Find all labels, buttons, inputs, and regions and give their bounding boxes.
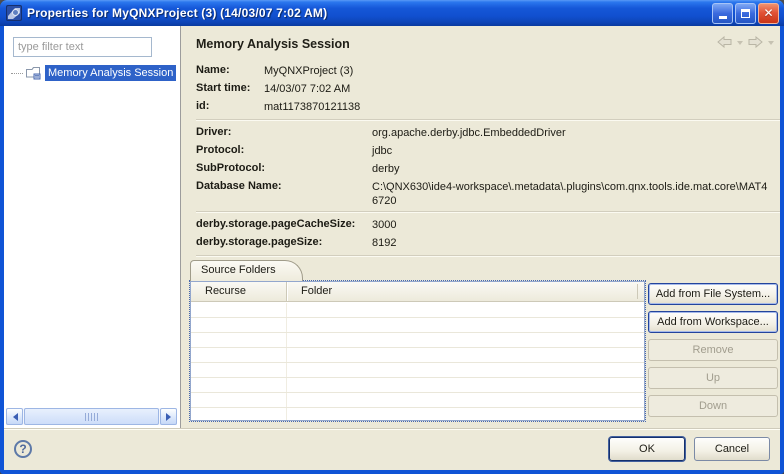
table-empty-row: [191, 303, 644, 318]
minimize-icon[interactable]: [712, 3, 733, 24]
source-folders-table[interactable]: Recurse Folder: [190, 281, 645, 421]
property-label: Name:: [196, 62, 264, 76]
property-row-driver: Driver: org.apache.derby.jdbc.EmbeddedDr…: [196, 124, 780, 142]
property-value: 3000: [372, 216, 780, 232]
property-row-page-size: derby.storage.pageSize: 8192: [196, 234, 780, 252]
nav-arrows: [715, 34, 774, 50]
sidebar: Memory Analysis Session: [4, 26, 181, 428]
content-header: Memory Analysis Session: [182, 26, 780, 56]
table-empty-row: [191, 348, 644, 363]
left-triangle: [9, 413, 18, 421]
right-triangle: [166, 413, 175, 421]
back-dropdown-caret-icon[interactable]: [737, 41, 743, 48]
page-title: Memory Analysis Session: [196, 37, 350, 51]
minimize-glyph: [719, 16, 727, 19]
column-header-recurse[interactable]: Recurse: [191, 282, 287, 301]
property-label: Protocol:: [196, 142, 372, 156]
property-value: MyQNXProject (3): [264, 62, 780, 78]
property-value: 8192: [372, 234, 780, 250]
tab-label: Source Folders: [201, 264, 276, 276]
property-label: Start time:: [196, 80, 264, 94]
table-actions: Add from File System... Add from Workspa…: [648, 283, 778, 417]
header-end-divider: [637, 284, 638, 299]
scroll-left-arrow-icon[interactable]: [6, 408, 23, 425]
add-from-workspace-button[interactable]: Add from Workspace...: [648, 311, 778, 333]
footer-buttons: OK Cancel: [609, 437, 770, 461]
property-value: mat1173870121138: [264, 98, 780, 114]
close-icon[interactable]: ✕: [758, 3, 779, 24]
property-value: C:\QNX630\ide4-workspace\.metadata\.plug…: [372, 178, 780, 208]
source-folders-section: Source Folders Recurse Folder: [190, 260, 780, 428]
add-from-file-system-button[interactable]: Add from File System...: [648, 283, 778, 305]
tab-source-folders[interactable]: Source Folders: [190, 260, 303, 281]
property-row-subprotocol: SubProtocol: derby: [196, 160, 780, 178]
up-button[interactable]: Up: [648, 367, 778, 389]
titlebar[interactable]: Properties for MyQNXProject (3) (14/03/0…: [0, 0, 784, 26]
table-empty-row: [191, 363, 644, 378]
scrollbar-grip: [85, 413, 99, 421]
analysis-session-folder-icon: [25, 65, 42, 81]
table-empty-row: [191, 333, 644, 348]
property-value: jdbc: [372, 142, 780, 158]
property-label: derby.storage.pageCacheSize:: [196, 216, 372, 230]
column-header-folder[interactable]: Folder: [287, 282, 644, 301]
property-value: org.apache.derby.jdbc.EmbeddedDriver: [372, 124, 780, 140]
tree-connector: [11, 73, 23, 74]
down-button[interactable]: Down: [648, 395, 778, 417]
property-row-name: Name: MyQNXProject (3): [196, 62, 780, 80]
property-row-protocol: Protocol: jdbc: [196, 142, 780, 160]
separator: [196, 119, 780, 121]
titlebar-buttons: ✕: [712, 3, 779, 24]
property-label: SubProtocol:: [196, 160, 372, 174]
table-empty-row: [191, 378, 644, 393]
property-row-start-time: Start time: 14/03/07 7:02 AM: [196, 80, 780, 98]
filter-input[interactable]: [13, 37, 152, 57]
close-glyph: ✕: [763, 7, 773, 19]
back-arrow-icon[interactable]: [715, 34, 734, 50]
help-question-icon[interactable]: ?: [14, 440, 32, 458]
separator: [196, 211, 780, 213]
table-empty-row: [191, 318, 644, 333]
property-row-database-name: Database Name: C:\QNX630\ide4-workspace\…: [196, 178, 780, 208]
property-label: Driver:: [196, 124, 372, 138]
window-title: Properties for MyQNXProject (3) (14/03/0…: [27, 6, 712, 20]
dialog-body: Memory Analysis Session Memory Analysis …: [4, 26, 780, 470]
scrollbar-thumb[interactable]: [24, 408, 159, 425]
property-row-id: id: mat1173870121138: [196, 98, 780, 116]
forward-arrow-icon[interactable]: [746, 34, 765, 50]
horizontal-scrollbar[interactable]: [6, 408, 177, 425]
separator: [196, 255, 780, 257]
ok-button[interactable]: OK: [609, 437, 685, 461]
property-row-page-cache-size: derby.storage.pageCacheSize: 3000: [196, 216, 780, 234]
property-value: derby: [372, 160, 780, 176]
table-header: Recurse Folder: [191, 282, 644, 302]
table-empty-row: [191, 393, 644, 408]
sidebar-item-memory-analysis-session[interactable]: Memory Analysis Session: [4, 64, 180, 82]
content-panel: Memory Analysis Session Name: MyQNXProje…: [182, 26, 780, 428]
table-body[interactable]: [191, 303, 644, 420]
scroll-right-arrow-icon[interactable]: [160, 408, 177, 425]
table-empty-row: [191, 408, 644, 420]
forward-dropdown-caret-icon[interactable]: [768, 41, 774, 48]
property-value: 14/03/07 7:02 AM: [264, 80, 780, 96]
properties-dialog: Properties for MyQNXProject (3) (14/03/0…: [0, 0, 784, 474]
sidebar-item-label: Memory Analysis Session: [45, 65, 176, 81]
property-label: derby.storage.pageSize:: [196, 234, 372, 248]
cancel-button[interactable]: Cancel: [694, 437, 770, 461]
maximize-glyph: [741, 9, 750, 18]
property-label: id:: [196, 98, 264, 112]
remove-button[interactable]: Remove: [648, 339, 778, 361]
maximize-icon[interactable]: [735, 3, 756, 24]
properties-list: Name: MyQNXProject (3) Start time: 14/03…: [182, 56, 780, 257]
window-icon: [6, 5, 22, 21]
footer-bar: ? OK Cancel: [4, 428, 780, 470]
property-label: Database Name:: [196, 178, 372, 192]
